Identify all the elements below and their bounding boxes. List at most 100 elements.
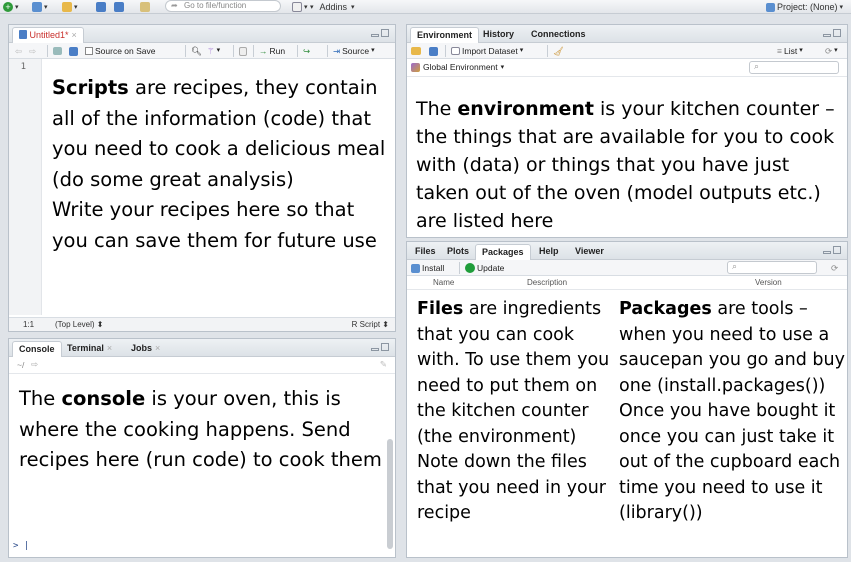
show-in-window-button[interactable] <box>53 45 62 57</box>
tab-terminal[interactable]: Terminal × <box>61 341 118 357</box>
files-note: Files are ingredients that you can cook … <box>417 299 610 523</box>
main-toolbar: + ▾ ▾ ▾ ➦ Go to file/function ▾ ▾ Addins… <box>0 0 851 14</box>
cursor-position: 1:1 <box>23 320 35 329</box>
rerun-button[interactable]: ↪ <box>303 45 310 57</box>
console-pane: Console Terminal × Jobs × ~/ ⇨ ✎ The conso… <box>8 338 396 558</box>
back-arrow-icon[interactable]: ⇦ <box>15 45 22 57</box>
tab-history[interactable]: History <box>477 27 520 43</box>
save-all-button[interactable] <box>114 1 124 13</box>
file-type-selector[interactable]: R Script ⬍ <box>352 320 389 329</box>
tab-connections[interactable]: Connections <box>525 27 592 43</box>
go-to-dir-icon[interactable]: ⇨ <box>31 359 38 370</box>
new-file-button[interactable]: + ▾ <box>3 1 19 13</box>
tab-environment[interactable]: Environment <box>410 27 480 43</box>
save-doc-button[interactable] <box>69 45 78 57</box>
refresh-icon: ⟳ <box>825 46 833 56</box>
grid-icon <box>292 2 302 12</box>
env-search-input[interactable]: ⌕ <box>749 61 839 74</box>
checkbox-icon <box>85 47 93 55</box>
pane-window-controls[interactable] <box>369 29 391 39</box>
run-arrow-icon: → <box>259 46 268 56</box>
tab-console[interactable]: Console <box>12 341 62 357</box>
save-icon <box>96 2 106 12</box>
project-menu[interactable]: Project: (None) ▾ <box>766 1 843 13</box>
source-tabstrip: Untitled1* × <box>9 25 395 43</box>
addins-menu[interactable]: ▾ Addins ▾ <box>310 1 355 13</box>
source-button[interactable]: ⇥ Source ▾ <box>333 45 375 57</box>
r-env-icon <box>411 62 420 72</box>
compile-report-button[interactable] <box>239 45 247 57</box>
goto-file-input[interactable]: ➦ Go to file/function <box>165 0 281 12</box>
column-name[interactable]: Name <box>433 278 454 287</box>
console-input[interactable]: > | <box>13 541 29 551</box>
files-pane: Files Plots Packages Help Viewer Install… <box>406 241 848 558</box>
code-tools-button[interactable]: ⚚ ▾ <box>207 45 220 57</box>
source-arrow-icon: ⇥ <box>333 46 341 56</box>
source-on-save-checkbox[interactable]: Source on Save <box>85 45 155 57</box>
env-scope-bar: Global Environment ▾ ⌕ <box>407 59 847 77</box>
new-project-button[interactable]: ▾ <box>32 1 48 13</box>
clear-workspace-button[interactable]: 🧹︎ <box>553 45 564 57</box>
folder-icon <box>62 2 72 12</box>
broom-icon: 🧹︎ <box>553 46 564 56</box>
magnifier-icon: 🔍︎ <box>191 46 202 56</box>
project-cube-icon <box>766 2 775 12</box>
import-dataset-button[interactable]: Import Dataset ▾ <box>451 45 523 57</box>
save-workspace-button[interactable] <box>429 45 438 57</box>
files-tabstrip: Files Plots Packages Help Viewer <box>407 242 847 260</box>
scope-selector[interactable]: (Top Level) ⬍ <box>55 320 104 329</box>
editor-statusbar: 1:1 (Top Level) ⬍ R Script ⬍ <box>9 317 395 331</box>
view-mode-menu[interactable]: ≡ List ▾ <box>777 45 803 57</box>
save-all-icon <box>114 2 124 12</box>
tab-viewer[interactable]: Viewer <box>569 244 610 260</box>
load-workspace-button[interactable] <box>411 45 421 57</box>
print-button[interactable] <box>140 1 150 13</box>
console-note: The console is your oven, this is where … <box>19 387 382 471</box>
close-tab-icon[interactable]: × <box>155 343 160 353</box>
console-scrollbar[interactable] <box>387 439 393 549</box>
wand-icon: ⚚ <box>207 46 215 56</box>
arrow-right-icon: ➦ <box>171 1 178 10</box>
tab-plots[interactable]: Plots <box>441 244 475 260</box>
forward-arrow-icon[interactable]: ⇨ <box>29 45 36 57</box>
source-pane: Untitled1* × ⇦ ⇨ Source on Save 🔍︎ ⚚ ▾ → R… <box>8 24 396 332</box>
clear-console-icon[interactable]: ✎ <box>380 359 387 370</box>
column-version[interactable]: Version <box>755 278 782 287</box>
save-button[interactable] <box>96 1 106 13</box>
close-tab-icon[interactable]: × <box>72 30 77 40</box>
pane-window-controls[interactable] <box>821 29 843 39</box>
line-gutter: 1 <box>9 59 42 315</box>
source-toolbar: ⇦ ⇨ Source on Save 🔍︎ ⚚ ▾ → Run ↪ ⇥ Sourc… <box>9 43 395 59</box>
refresh-button[interactable]: ⟳ ▾ <box>825 45 838 57</box>
packages-note: Packages are tools – when you need to us… <box>619 299 845 523</box>
find-button[interactable]: 🔍︎ <box>191 45 202 57</box>
grid-button[interactable]: ▾ <box>292 1 308 13</box>
install-button[interactable]: Install <box>411 262 444 274</box>
packages-search-input[interactable]: ⌕ <box>727 261 817 274</box>
tab-untitled1[interactable]: Untitled1* × <box>12 27 84 43</box>
update-button[interactable]: Update <box>465 262 504 274</box>
close-tab-icon[interactable]: × <box>107 343 112 353</box>
tab-jobs[interactable]: Jobs × <box>125 341 166 357</box>
open-file-button[interactable]: ▾ <box>62 1 78 13</box>
save-icon <box>69 46 78 56</box>
tab-help[interactable]: Help <box>533 244 565 260</box>
packages-table-header: Name Description Version <box>407 276 847 290</box>
save-icon <box>429 46 438 56</box>
pane-window-controls[interactable] <box>821 246 843 256</box>
global-environment-menu[interactable]: Global Environment ▾ <box>411 62 504 72</box>
tab-packages[interactable]: Packages <box>475 244 531 260</box>
environment-pane: Environment History Connections Import D… <box>406 24 848 238</box>
search-icon: ⌕ <box>754 61 760 71</box>
refresh-button[interactable]: ⟳ <box>831 262 838 274</box>
project-icon <box>32 2 42 12</box>
update-icon <box>465 263 475 273</box>
search-icon: ⌕ <box>732 261 738 271</box>
run-button[interactable]: → Run <box>259 45 285 57</box>
pane-window-controls[interactable] <box>369 343 391 353</box>
packages-toolbar: Install Update ⌕ ⟳ <box>407 260 847 276</box>
open-folder-icon <box>411 47 421 55</box>
column-description[interactable]: Description <box>527 278 567 287</box>
env-tabstrip: Environment History Connections <box>407 25 847 43</box>
tab-files[interactable]: Files <box>409 244 442 260</box>
